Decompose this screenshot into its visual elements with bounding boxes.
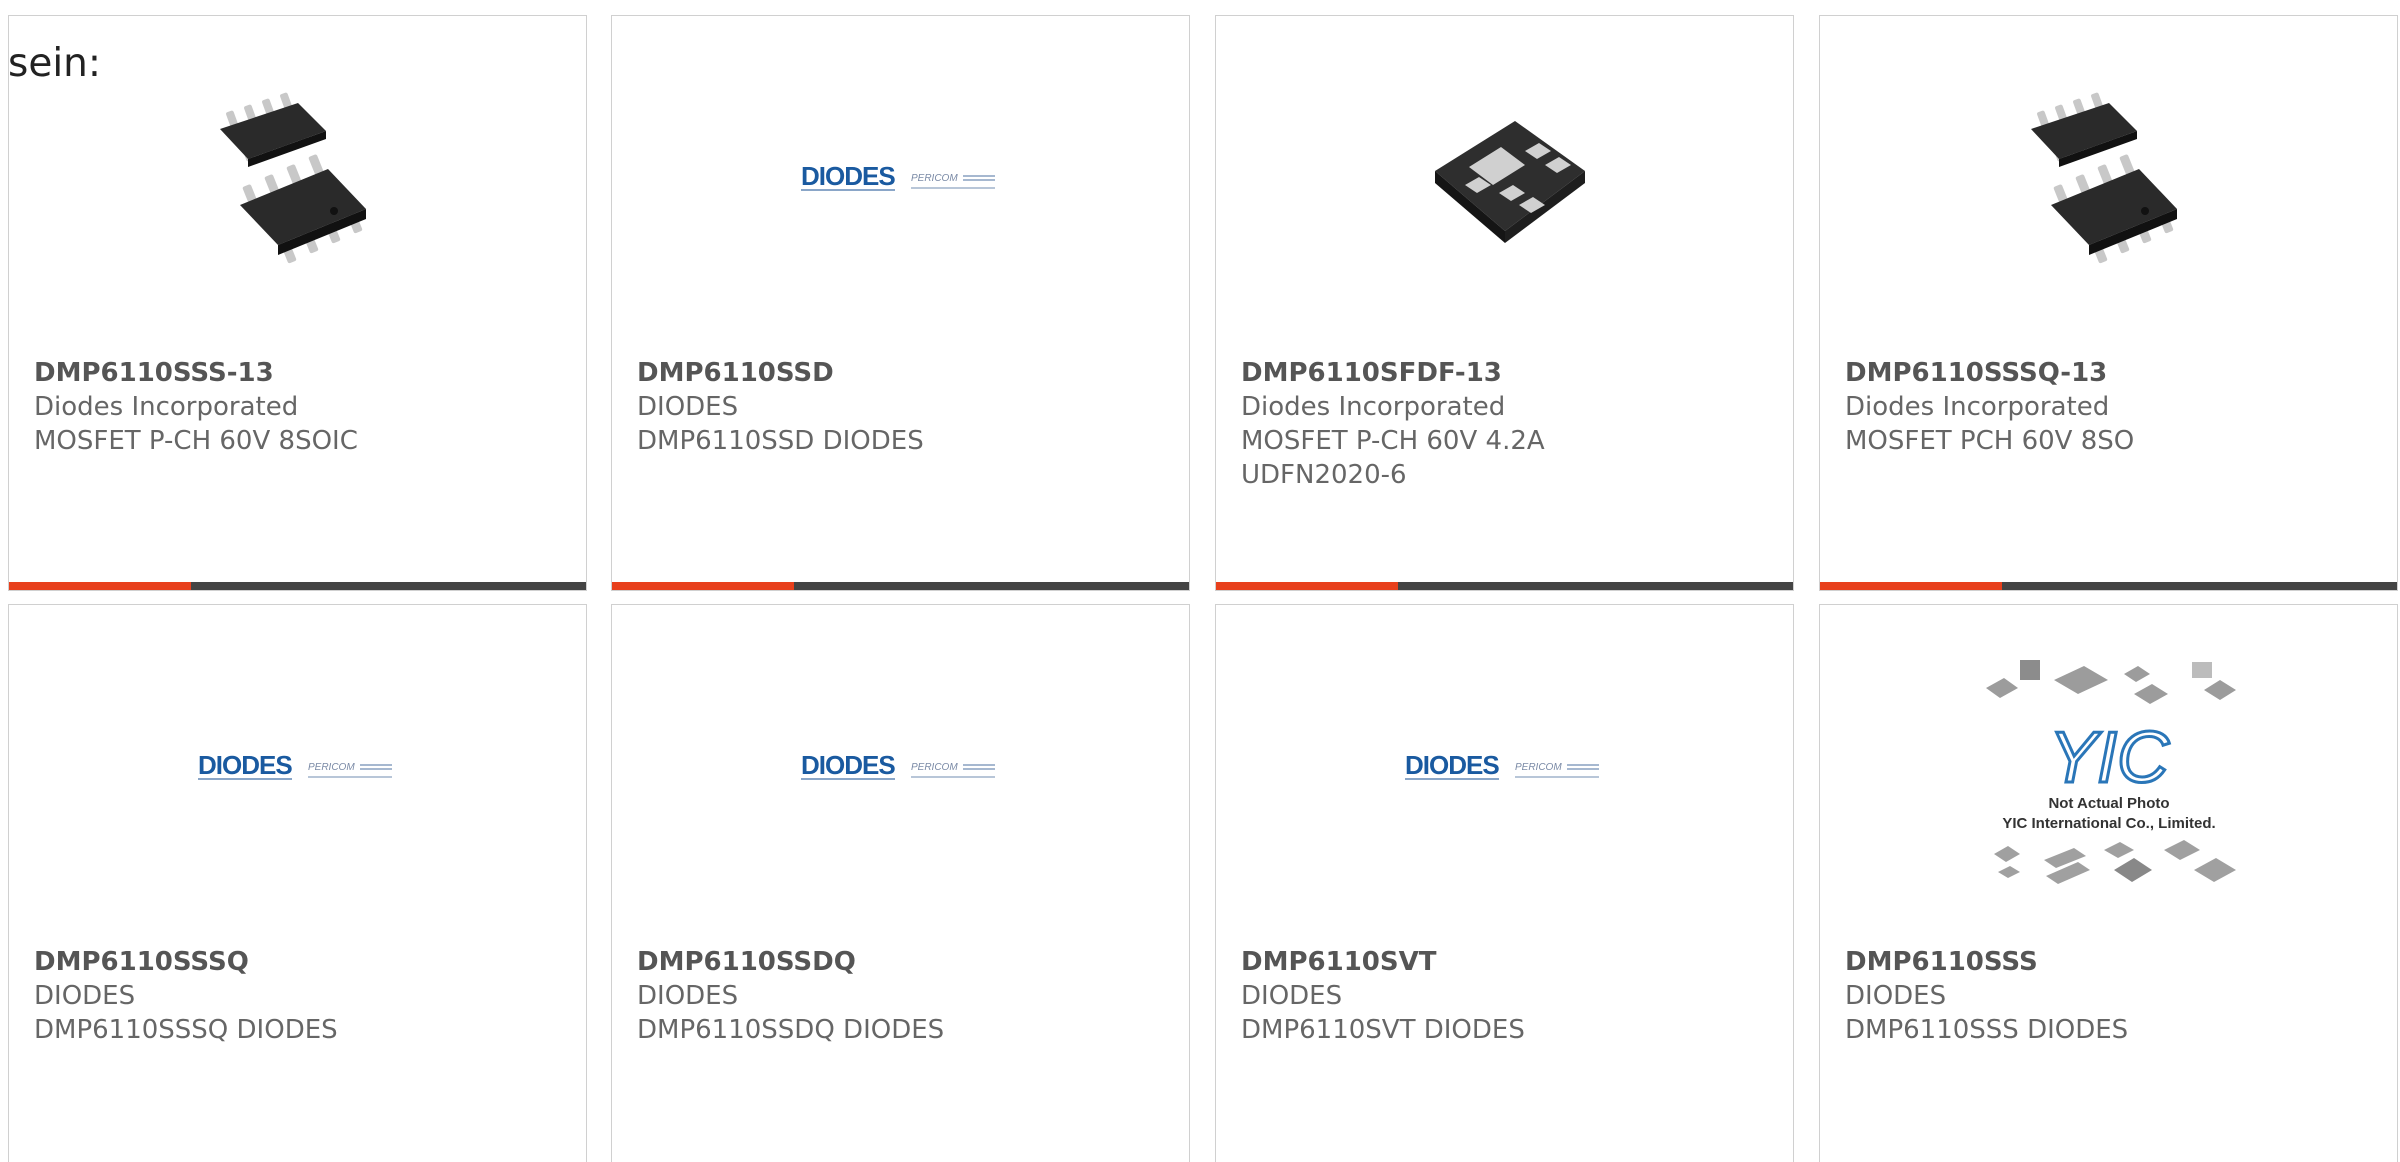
description: DMP6110SVT DIODES — [1241, 1015, 1525, 1045]
part-number-link[interactable]: DMP6110SSSQ — [34, 945, 566, 979]
svg-text:PERICOM: PERICOM — [911, 762, 958, 773]
manufacturer: DIODES — [1241, 981, 1343, 1011]
product-info: DMP6110SFDF-13 Diodes Incorporated MOSFE… — [1241, 356, 1773, 492]
svg-text:DIODES: DIODES — [1405, 750, 1499, 780]
product-grid: DMP6110SSS-13 Diodes Incorporated MOSFET… — [0, 0, 2400, 1162]
manufacturer: Diodes Incorporated — [34, 392, 299, 422]
card-footer-bar — [1216, 582, 1793, 590]
card-footer-bar — [1820, 582, 2397, 590]
product-image: DIODES PERICOM — [612, 605, 1189, 935]
svg-text:DIODES: DIODES — [801, 161, 895, 191]
product-image: DIODES PERICOM — [1216, 605, 1793, 935]
udfn-chip-icon — [1434, 121, 1585, 243]
svg-text:DIODES: DIODES — [801, 750, 895, 780]
product-info: DMP6110SSS-13 Diodes Incorporated MOSFET… — [34, 356, 566, 458]
description: DMP6110SSSQ DIODES — [34, 1015, 338, 1045]
card-footer-accent — [612, 582, 794, 590]
not-actual-photo-icon: YIC Not Actual Photo YIC International C… — [1985, 660, 2236, 884]
svg-text:Not Actual Photo: Not Actual Photo — [2048, 795, 2169, 812]
card-footer-bar — [612, 582, 1189, 590]
card-footer-bar — [9, 582, 586, 590]
product-info: DMP6110SSSQ DIODES DMP6110SSSQ DIODES — [34, 945, 566, 1047]
product-card[interactable]: DMP6110SFDF-13 Diodes Incorporated MOSFE… — [1215, 15, 1794, 591]
part-number-link[interactable]: DMP6110SFDF-13 — [1241, 356, 1773, 390]
diodes-logo: DIODES PERICOM — [197, 750, 392, 780]
product-image — [1820, 16, 2397, 346]
manufacturer: Diodes Incorporated — [1241, 392, 1506, 422]
description: DMP6110SSDQ DIODES — [637, 1015, 945, 1045]
product-info: DMP6110SSS DIODES DMP6110SSS DIODES — [1845, 945, 2377, 1047]
product-card[interactable]: DIODES PERICOM DMP6110SSD DIODES DMP6110… — [611, 15, 1190, 591]
description: MOSFET P-CH 60V 8SOIC — [34, 426, 358, 456]
product-info: DMP6110SSD DIODES DMP6110SSD DIODES — [637, 356, 1169, 458]
part-number-link[interactable]: DMP6110SSSQ-13 — [1845, 356, 2377, 390]
description: DMP6110SSD DIODES — [637, 426, 924, 456]
product-grid-page: DMP6110SSS-13 Diodes Incorporated MOSFET… — [0, 0, 2400, 1162]
description: MOSFET PCH 60V 8SO — [1845, 426, 2135, 456]
svg-text:YIC: YIC — [2048, 718, 2169, 798]
product-card[interactable]: DIODES PERICOM DMP6110SSSQ DIODES DMP611… — [8, 604, 587, 1162]
soic8-chip-icon — [2030, 92, 2177, 264]
manufacturer: DIODES — [1845, 981, 1947, 1011]
product-card[interactable]: DMP6110SSS-13 Diodes Incorporated MOSFET… — [8, 15, 587, 591]
product-info: DMP6110SVT DIODES DMP6110SVT DIODES — [1241, 945, 1773, 1047]
card-footer-accent — [9, 582, 191, 590]
product-card[interactable]: DIODES PERICOM DMP6110SVT DIODES DMP6110… — [1215, 604, 1794, 1162]
svg-text:DIODES: DIODES — [198, 750, 292, 780]
diodes-logo: DIODES PERICOM — [800, 750, 995, 780]
manufacturer: DIODES — [637, 981, 739, 1011]
part-number-link[interactable]: DMP6110SVT — [1241, 945, 1773, 979]
diodes-logo: DIODES PERICOM — [800, 161, 995, 191]
intro-text: sein: — [8, 41, 102, 86]
product-info: DMP6110SSDQ DIODES DMP6110SSDQ DIODES — [637, 945, 1169, 1047]
part-number-link[interactable]: DMP6110SSS-13 — [34, 356, 566, 390]
manufacturer: DIODES — [637, 392, 739, 422]
part-number-link[interactable]: DMP6110SSDQ — [637, 945, 1169, 979]
svg-text:PERICOM: PERICOM — [1515, 762, 1562, 773]
description: DMP6110SSS DIODES — [1845, 1015, 2129, 1045]
product-card[interactable]: YIC Not Actual Photo YIC International C… — [1819, 604, 2398, 1162]
product-image: YIC Not Actual Photo YIC International C… — [1820, 605, 2397, 935]
svg-text:PERICOM: PERICOM — [911, 173, 958, 184]
svg-text:PERICOM: PERICOM — [308, 762, 355, 773]
description: MOSFET P-CH 60V 4.2A UDFN2020-6 — [1241, 426, 1545, 490]
product-card[interactable]: DIODES PERICOM DMP6110SSDQ DIODES DMP611… — [611, 604, 1190, 1162]
product-info: DMP6110SSSQ-13 Diodes Incorporated MOSFE… — [1845, 356, 2377, 458]
product-card[interactable]: DMP6110SSSQ-13 Diodes Incorporated MOSFE… — [1819, 15, 2398, 591]
product-image: DIODES PERICOM — [9, 605, 586, 935]
product-image: DIODES PERICOM — [612, 16, 1189, 346]
part-number-link[interactable]: DMP6110SSS — [1845, 945, 2377, 979]
soic8-chip-icon — [219, 92, 366, 264]
manufacturer: Diodes Incorporated — [1845, 392, 2110, 422]
card-footer-accent — [1820, 582, 2002, 590]
svg-text:YIC International Co., Limited: YIC International Co., Limited. — [2002, 815, 2215, 832]
part-number-link[interactable]: DMP6110SSD — [637, 356, 1169, 390]
product-image — [1216, 16, 1793, 346]
card-footer-accent — [1216, 582, 1398, 590]
manufacturer: DIODES — [34, 981, 136, 1011]
diodes-logo: DIODES PERICOM — [1404, 750, 1599, 780]
